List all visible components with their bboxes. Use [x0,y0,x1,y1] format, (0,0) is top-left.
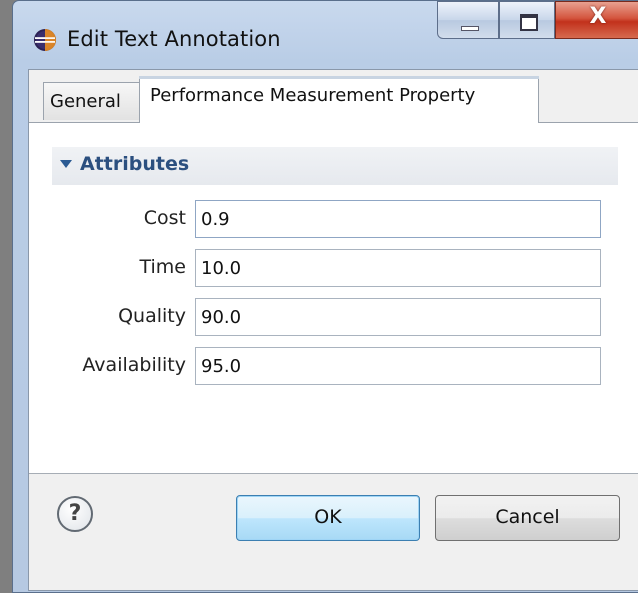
triangle-down-icon[interactable] [60,160,72,168]
quality-field[interactable] [195,298,601,336]
availability-row: Availability [29,347,638,387]
quality-label: Quality [118,305,186,327]
tab-general[interactable]: General [43,82,141,120]
dialog-window: Edit Text Annotation X General Performan… [12,0,638,593]
cost-field[interactable] [195,200,601,238]
title-bar[interactable]: Edit Text Annotation X [13,1,638,75]
help-icon[interactable]: ? [57,496,93,532]
eclipse-icon [34,29,56,51]
window-title: Edit Text Annotation [67,27,281,51]
tab-bar: General Performance Measurement Property [29,70,638,123]
minimize-button[interactable] [437,1,499,39]
time-label: Time [139,256,187,278]
tab-panel: Attributes Cost Time Quality Availabilit… [29,123,638,474]
close-icon: X [589,4,607,29]
dialog-client-area: General Performance Measurement Property… [28,69,638,591]
section-title: Attributes [80,153,190,175]
cost-label: Cost [143,207,186,229]
maximize-button[interactable] [499,1,555,39]
attributes-section-header[interactable]: Attributes [52,147,618,185]
close-button[interactable]: X [555,1,638,39]
ok-button[interactable]: OK [236,495,420,541]
minimize-icon [461,26,479,31]
availability-field[interactable] [195,347,601,385]
maximize-icon [520,14,538,31]
quality-row: Quality [29,298,638,338]
caption-buttons: X [437,1,638,41]
tab-performance-measurement-property[interactable]: Performance Measurement Property [139,76,539,123]
cost-row: Cost [29,200,638,240]
cancel-button[interactable]: Cancel [435,495,620,541]
time-field[interactable] [195,249,601,287]
time-row: Time [29,249,638,289]
availability-label: Availability [82,354,186,376]
